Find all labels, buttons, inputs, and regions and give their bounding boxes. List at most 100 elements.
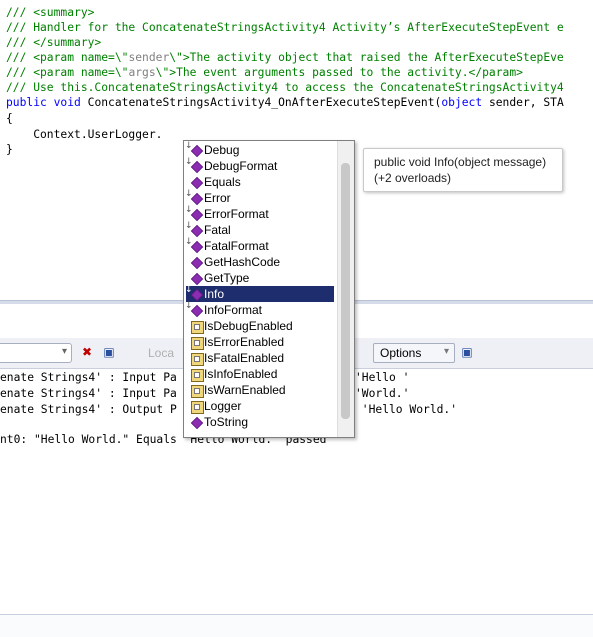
completion-item-errorformat[interactable]: ↓ ErrorFormat (185, 205, 334, 222)
completion-item-iserrorenabled[interactable]: IsErrorEnabled (186, 334, 334, 350)
output-value: 'Hello World.' (355, 403, 458, 416)
completion-item-label: Error (204, 191, 231, 205)
xml-comment: The activity object that raised the Afte… (189, 51, 564, 64)
method-icon (190, 176, 204, 190)
method-name: ConcatenateStringsActivity4_OnAfterExecu… (87, 96, 442, 109)
xml-comment: /// </summary> (6, 36, 102, 49)
completion-item-debugformat[interactable]: ↓ DebugFormat (185, 157, 334, 174)
extension-method-icon (190, 144, 204, 158)
intellisense-list[interactable]: ↓ Debug ↓ DebugFormat Equals ↓ Error ↓ ErrorForm… (183, 140, 355, 438)
code-text: sender, STA (482, 96, 564, 109)
xml-comment: /// <param name=\" (6, 51, 129, 64)
completion-item-label: Logger (204, 399, 242, 413)
chevron-down-icon: ▾ (61, 346, 67, 357)
property-icon (191, 401, 204, 414)
window-icon[interactable]: ▣ (102, 345, 116, 359)
completion-item-fatal[interactable]: ↓ Fatal (185, 221, 334, 238)
extension-method-icon (190, 224, 204, 238)
code-line: /// Use this.ConcatenateStringsActivity4… (6, 80, 564, 95)
close-icon[interactable]: ✖ (80, 345, 94, 359)
completion-item-gettype[interactable]: GetType (186, 270, 334, 286)
code-line: /// Handler for the ConcatenateStringsAc… (6, 20, 564, 35)
tooltip-signature: public void Info(object message) (374, 155, 547, 169)
extension-method-icon (190, 192, 204, 206)
xml-comment: \"> (169, 51, 190, 64)
output-line: enate Strings4' : Input Pa (0, 387, 177, 400)
completion-item-label: ToString (204, 415, 249, 429)
property-icon (191, 385, 204, 398)
completion-item-info[interactable]: ↓ Info (185, 285, 334, 302)
keyword: object (441, 96, 483, 109)
completion-item-label: DebugFormat (204, 159, 278, 173)
completion-item-logger[interactable]: Logger (186, 398, 334, 414)
method-icon (190, 416, 204, 430)
completion-item-infoformat[interactable]: ↓ InfoFormat (185, 301, 334, 318)
completion-item-isinfoenabled[interactable]: IsInfoEnabled (186, 366, 334, 382)
extension-method-icon (190, 240, 204, 254)
code-text: Context.UserLogger. (6, 128, 163, 141)
completion-item-label: IsWarnEnabled (204, 383, 286, 397)
chevron-down-icon: ▾ (443, 346, 449, 357)
completion-item-debug[interactable]: ↓ Debug (185, 141, 334, 158)
completion-item-gethashcode[interactable]: GetHashCode (186, 254, 334, 270)
completion-item-label: IsDebugEnabled (204, 319, 293, 333)
output-source-combo[interactable]: ▾ (0, 343, 72, 363)
code-text: } (6, 143, 13, 156)
completion-item-iswarnenabled[interactable]: IsWarnEnabled (186, 382, 334, 398)
code-line: /// <summary> (6, 5, 94, 20)
completion-item-label: ErrorFormat (204, 207, 269, 221)
tooltip-overloads: (+2 overloads) (374, 171, 452, 185)
xml-comment: /// <param name=\" (6, 66, 129, 79)
xml-comment: \"> (155, 66, 177, 79)
output-line: enate Strings4' : Input Pa (0, 371, 177, 384)
output-header-strip (0, 614, 593, 637)
code-line: Context.UserLogger. (6, 127, 162, 142)
options-button[interactable]: Options ▾ (373, 343, 455, 363)
code-line: /// </summary> (6, 35, 101, 50)
output-value: 'Hello ' (355, 371, 410, 384)
code-line: /// <param name=\"sender\">The activity … (6, 50, 564, 65)
extension-method-icon (190, 208, 204, 222)
completion-item-equals[interactable]: Equals (186, 174, 334, 190)
xml-attr: sender (128, 51, 170, 64)
extension-method-icon (190, 304, 204, 318)
completion-item-label: GetType (204, 271, 250, 285)
completion-item-label: IsFatalEnabled (204, 351, 285, 365)
xml-comment: /// Handler for the ConcatenateStringsAc… (6, 21, 564, 34)
completion-item-label: Equals (204, 175, 241, 189)
completion-item-label: Fatal (204, 223, 231, 237)
output-line: enate Strings4' : Output P (0, 403, 177, 416)
completion-item-fatalformat[interactable]: ↓ FatalFormat (185, 237, 334, 254)
completion-item-tostring[interactable]: ToString (186, 414, 334, 430)
completion-item-label: Debug (204, 143, 240, 157)
options-label: Options (380, 346, 422, 360)
code-line: } (6, 142, 13, 157)
keyword: public (6, 96, 47, 109)
locals-tab[interactable]: Loca (148, 346, 174, 360)
method-icon (190, 272, 204, 286)
xml-comment: The event arguments passed to the activi… (176, 66, 523, 79)
xml-comment: /// Use this.ConcatenateStringsActivity4… (6, 81, 564, 94)
window-icon[interactable]: ▣ (460, 345, 474, 359)
code-line: { (6, 111, 13, 126)
scrollbar-thumb[interactable] (341, 163, 350, 419)
method-icon (190, 256, 204, 270)
quickinfo-tooltip: public void Info(object message) (+2 ove… (363, 148, 563, 192)
code-text: { (6, 112, 13, 125)
completion-item-error[interactable]: ↓ Error (185, 189, 334, 206)
completion-item-isfatalenabled[interactable]: IsFatalEnabled (186, 350, 334, 366)
property-icon (191, 321, 204, 334)
scrollbar[interactable] (337, 141, 354, 437)
code-line: /// <param name=\"args\">The event argum… (6, 65, 523, 80)
property-icon (191, 353, 204, 366)
completion-item-label: InfoFormat (204, 303, 263, 317)
extension-method-icon (190, 288, 204, 302)
completion-item-label: Info (204, 287, 225, 301)
code-line: public void ConcatenateStringsActivity4_… (6, 95, 564, 110)
keyword: void (53, 96, 81, 109)
completion-item-isdebugenabled[interactable]: IsDebugEnabled (186, 318, 334, 334)
completion-item-label: IsInfoEnabled (204, 367, 278, 381)
property-icon (191, 337, 204, 350)
extension-method-icon (190, 160, 204, 174)
output-value: 'World.' (355, 387, 410, 400)
